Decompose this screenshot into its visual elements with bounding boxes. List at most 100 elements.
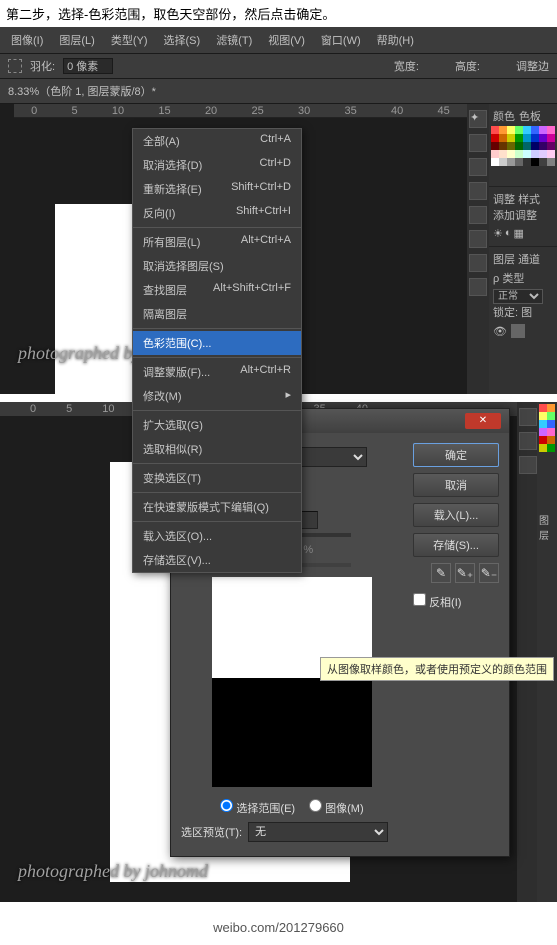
radio-image[interactable]: 图像(M) [309, 799, 364, 816]
swatch-grid[interactable] [491, 126, 555, 166]
menu-item-reselect[interactable]: 重新选择(E)Shift+Ctrl+D [133, 177, 301, 201]
swatch[interactable] [491, 142, 499, 150]
eye-icon[interactable]: 👁 [493, 325, 507, 338]
cancel-button[interactable]: 取消 [413, 473, 499, 497]
swatch[interactable] [499, 134, 507, 142]
tab-layers[interactable]: 图层 [493, 254, 515, 266]
swatch[interactable] [523, 134, 531, 142]
panel-icon[interactable] [469, 182, 487, 200]
swatch[interactable] [531, 158, 539, 166]
adjust-edge[interactable]: 调整边 [516, 58, 549, 74]
selection-preview[interactable] [212, 577, 372, 787]
menu-item-all[interactable]: 全部(A)Ctrl+A [133, 129, 301, 153]
swatch[interactable] [523, 158, 531, 166]
menu-item-deselect-layers[interactable]: 取消选择图层(S) [133, 254, 301, 278]
swatch[interactable] [539, 150, 547, 158]
menu-layer[interactable]: 图层(L) [52, 30, 101, 50]
menu-image[interactable]: 图像(I) [4, 30, 50, 50]
swatch[interactable] [547, 150, 555, 158]
menu-item-transform[interactable]: 变换选区(T) [133, 466, 301, 490]
document-tab[interactable]: 8.33%（色阶 1, 图层蒙版/8）* [0, 79, 557, 104]
swatch[interactable] [547, 126, 555, 134]
menu-item-modify[interactable]: 修改(M)▸ [133, 384, 301, 408]
swatch[interactable] [507, 142, 515, 150]
swatch[interactable] [507, 150, 515, 158]
swatch[interactable] [539, 158, 547, 166]
tab-channels[interactable]: 通道 [518, 254, 540, 266]
swatch[interactable] [499, 142, 507, 150]
menu-item-inverse[interactable]: 反向(I)Shift+Ctrl+I [133, 201, 301, 225]
swatch[interactable] [523, 150, 531, 158]
swatch[interactable] [539, 134, 547, 142]
menu-window[interactable]: 窗口(W) [314, 30, 368, 50]
menu-view[interactable]: 视图(V) [261, 30, 312, 50]
radio-selection[interactable]: 选择范围(E) [220, 799, 295, 816]
ok-button[interactable]: 确定 [413, 443, 499, 467]
menu-item-find-layers[interactable]: 查找图层Alt+Shift+Ctrl+F [133, 278, 301, 302]
swatch[interactable] [531, 126, 539, 134]
tab-adjust[interactable]: 调整 [493, 194, 515, 206]
swatch[interactable] [531, 142, 539, 150]
menu-help[interactable]: 帮助(H) [370, 30, 421, 50]
tab-color[interactable]: 颜色 [493, 108, 515, 124]
panel-icon[interactable] [469, 134, 487, 152]
panel-icon[interactable] [469, 158, 487, 176]
feather-input[interactable] [63, 58, 113, 74]
swatch[interactable] [507, 134, 515, 142]
tab-swatches[interactable]: 色板 [519, 108, 541, 124]
swatch[interactable] [491, 134, 499, 142]
swatch[interactable] [491, 150, 499, 158]
swatch[interactable] [491, 126, 499, 134]
swatch[interactable] [531, 150, 539, 158]
panel-icon[interactable] [469, 206, 487, 224]
menu-item-isolate[interactable]: 隔离图层 [133, 302, 301, 326]
swatch[interactable] [523, 142, 531, 150]
swatch[interactable] [523, 126, 531, 134]
panel-icon[interactable] [519, 408, 537, 426]
menu-select[interactable]: 选择(S) [157, 30, 208, 50]
menu-item-grow[interactable]: 扩大选取(G) [133, 413, 301, 437]
swatch[interactable] [491, 158, 499, 166]
swatch[interactable] [515, 158, 523, 166]
panel-icon[interactable] [469, 278, 487, 296]
layer-thumb[interactable] [511, 324, 525, 338]
swatch[interactable] [547, 134, 555, 142]
eyedropper-add-icon[interactable]: ✎₊ [455, 563, 475, 583]
swatch[interactable] [499, 126, 507, 134]
eyedropper-sub-icon[interactable]: ✎₋ [479, 563, 499, 583]
swatch[interactable] [507, 158, 515, 166]
tab-layers-small[interactable]: 图层 [539, 512, 555, 542]
menu-item-deselect[interactable]: 取消选择(D)Ctrl+D [133, 153, 301, 177]
swatch[interactable] [499, 150, 507, 158]
preview-select[interactable]: 无 [248, 822, 388, 842]
swatch[interactable] [547, 158, 555, 166]
panel-icon[interactable] [519, 432, 537, 450]
menu-item-all-layers[interactable]: 所有图层(L)Alt+Ctrl+A [133, 230, 301, 254]
swatch[interactable] [507, 126, 515, 134]
swatch[interactable] [539, 142, 547, 150]
panel-icon[interactable] [469, 254, 487, 272]
swatch[interactable] [515, 126, 523, 134]
swatch[interactable] [547, 142, 555, 150]
swatch[interactable] [515, 142, 523, 150]
invert-checkbox[interactable]: 反相(I) [413, 593, 499, 610]
blend-mode-select[interactable]: 正常 [493, 289, 543, 304]
swatch[interactable] [515, 150, 523, 158]
menu-item-load[interactable]: 载入选区(O)... [133, 524, 301, 548]
menu-item-save[interactable]: 存储选区(V)... [133, 548, 301, 572]
panel-icon[interactable]: ✦ [469, 110, 487, 128]
load-button[interactable]: 载入(L)... [413, 503, 499, 527]
menu-item-quickmask[interactable]: 在快速蒙版模式下编辑(Q) [133, 495, 301, 519]
eyedropper-icon[interactable]: ✎ [431, 563, 451, 583]
swatch[interactable] [531, 134, 539, 142]
type-filter[interactable]: ρ 类型 [493, 273, 524, 285]
swatch[interactable] [539, 126, 547, 134]
tab-styles[interactable]: 样式 [518, 194, 540, 206]
menu-filter[interactable]: 滤镜(T) [209, 30, 259, 50]
swatch[interactable] [499, 158, 507, 166]
swatch[interactable] [515, 134, 523, 142]
menu-item-similar[interactable]: 选取相似(R) [133, 437, 301, 461]
panel-icon[interactable] [519, 456, 537, 474]
panel-icon[interactable] [469, 230, 487, 248]
save-button[interactable]: 存储(S)... [413, 533, 499, 557]
